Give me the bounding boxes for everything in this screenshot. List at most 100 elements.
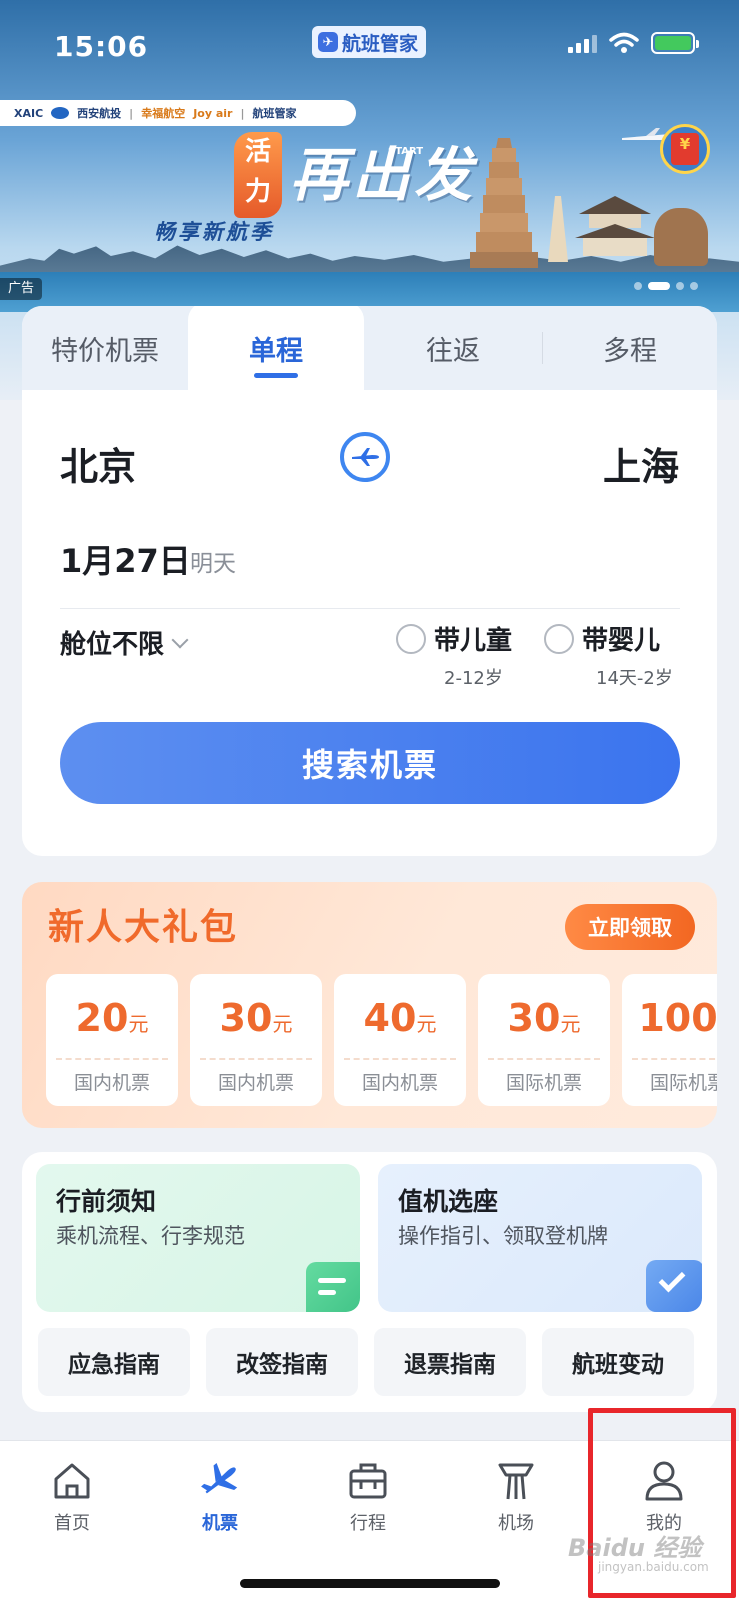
nav-label: 机场 (498, 1513, 534, 1534)
sponsor-xaic: XAIC (14, 106, 44, 120)
carousel-dot-active (648, 282, 670, 290)
seat-check-icon (646, 1260, 702, 1312)
coupon-type: 国际机票 (505, 1072, 582, 1094)
briefcase-icon (349, 1463, 387, 1499)
infant-age-range: 14天-2岁 (596, 668, 673, 689)
carousel-dot (690, 282, 698, 290)
coupon-type: 国际机票 (649, 1072, 717, 1094)
coupon-amount: 30 (219, 996, 273, 1040)
coupon-amount: 20 (75, 996, 129, 1040)
slogan-badge: 活力 (234, 132, 282, 218)
nav-airport[interactable]: 机场 (456, 1459, 576, 1549)
nav-label: 首页 (54, 1513, 90, 1534)
coupon-card[interactable]: 40元 国内机票 (334, 974, 466, 1106)
sponsor-xian: 西安航投 (77, 107, 122, 120)
service-card-title: 行前须知 (56, 1187, 157, 1216)
watermark-url: jingyan.baidu.com (598, 1560, 709, 1574)
search-flights-button[interactable]: 搜索机票 (60, 722, 680, 804)
app-name-pill: ✈ 航班管家 (312, 26, 427, 58)
tab-special-fares[interactable]: 特价机票 (22, 306, 188, 390)
infant-option-label: 带婴儿 (582, 626, 661, 656)
departure-city[interactable]: 北京 (60, 436, 136, 491)
sponsor-joyair-en: Joy air (193, 106, 233, 120)
tab-one-way[interactable]: 单程 (188, 306, 364, 394)
service-card-title: 值机选座 (398, 1187, 499, 1216)
coupon-unit: 元 (128, 1012, 149, 1036)
arrival-city[interactable]: 上海 (603, 436, 679, 491)
service-card-subtitle: 乘机流程、行李规范 (56, 1224, 245, 1248)
child-radio[interactable] (396, 623, 426, 654)
service-card-subtitle: 操作指引、领取登机牌 (398, 1224, 608, 1248)
sponsor-strip: XAIC 西安航投 | 幸福航空 Joy air | 航班管家 (0, 100, 356, 126)
statue-illustration (654, 208, 708, 266)
status-icons (568, 32, 699, 54)
chevron-down-icon (171, 631, 189, 648)
coupon-unit: 元 (416, 1012, 437, 1036)
emergency-guide-button[interactable]: 应急指南 (38, 1328, 190, 1396)
sponsor-app: 航班管家 (252, 107, 297, 120)
date-relative-label: 明天 (190, 551, 236, 577)
swap-cities-button[interactable] (340, 432, 390, 482)
nav-home[interactable]: 首页 (12, 1459, 132, 1549)
divider (60, 608, 680, 609)
slogan-main: 再出发 (290, 141, 477, 209)
home-indicator[interactable] (240, 1579, 500, 1588)
coupon-type: 国内机票 (217, 1072, 294, 1094)
coupon-unit: 元 (560, 1012, 581, 1036)
ad-label: 广告 (0, 278, 43, 300)
carousel-dot (676, 282, 684, 290)
child-option-label: 带儿童 (434, 626, 513, 656)
gift-title: 新人大礼包 (48, 907, 239, 948)
start-tag: START (388, 146, 424, 157)
new-user-gift-panel: 新人大礼包 立即领取 20元 国内机票 30元 国内机票 40元 国内机票 30… (22, 882, 717, 1128)
with-child-option[interactable]: 带儿童 (396, 620, 512, 657)
watermark: Baidu 经验 (568, 1534, 702, 1562)
pavilion-illustration (575, 196, 655, 256)
sponsor-joyair-cn: 幸福航空 (141, 107, 186, 120)
slogan-sub: 畅享新航季 (154, 219, 274, 244)
travel-services-panel: 行前须知 乘机流程、行李规范 值机选座 操作指引、领取登机牌 应急指南 改签指南… (22, 1152, 717, 1412)
flight-booking-card: 特价机票 单程 往返 多程 北京 上海 1月27日 明天 舱位不限 带儿童 2-… (22, 306, 717, 856)
status-time: 15:06 (54, 30, 149, 63)
coupon-amount: 100 (638, 996, 717, 1040)
nav-flights[interactable]: 机票 (160, 1459, 280, 1549)
pre-flight-info-card[interactable]: 行前须知 乘机流程、行李规范 (36, 1164, 360, 1312)
wifi-icon (609, 32, 639, 53)
infant-radio[interactable] (544, 623, 574, 654)
claim-gift-button[interactable]: 立即领取 (565, 904, 695, 950)
coupon-card[interactable]: 30元 国内机票 (190, 974, 322, 1106)
small-tower-illustration (548, 196, 568, 262)
document-icon (306, 1262, 360, 1312)
change-guide-button[interactable]: 改签指南 (206, 1328, 358, 1396)
nav-trips[interactable]: 行程 (308, 1459, 428, 1549)
refund-guide-button[interactable]: 退票指南 (374, 1328, 526, 1396)
cellular-signal-icon (568, 33, 597, 53)
departure-date[interactable]: 1月27日 (60, 536, 191, 582)
plane-icon (201, 1462, 238, 1494)
coupon-amount: 40 (363, 996, 417, 1040)
airport-tower-icon (498, 1463, 534, 1500)
coupon-unit: 元 (272, 1012, 293, 1036)
cabin-class-label: 舱位不限 (60, 630, 165, 660)
swap-plane-icon (352, 448, 379, 466)
carousel-dot (634, 282, 642, 290)
coupon-card[interactable]: 30元 国际机票 (478, 974, 610, 1106)
flight-change-button[interactable]: 航班变动 (542, 1328, 694, 1396)
nav-label: 机票 (202, 1513, 238, 1534)
tab-round-trip[interactable]: 往返 (364, 306, 542, 390)
home-icon (54, 1463, 90, 1499)
coupon-card[interactable]: 100元 国际机票 (622, 974, 717, 1106)
cabin-class-selector[interactable]: 舱位不限 (60, 624, 189, 661)
trip-type-tabs: 特价机票 单程 往返 多程 (22, 306, 717, 394)
app-name-label: 航班管家 (342, 32, 419, 55)
check-in-seat-card[interactable]: 值机选座 操作指引、领取登机牌 (378, 1164, 702, 1312)
carousel-indicator (634, 282, 698, 290)
xian-logo-icon (51, 107, 70, 119)
red-envelope-button[interactable]: ¥ (660, 124, 710, 174)
coupon-card[interactable]: 20元 国内机票 (46, 974, 178, 1106)
app-logo-icon: ✈ (318, 32, 338, 52)
tab-multi-city[interactable]: 多程 (543, 306, 717, 390)
with-infant-option[interactable]: 带婴儿 (544, 620, 660, 657)
nav-label: 行程 (350, 1513, 386, 1534)
coupon-type: 国内机票 (361, 1072, 438, 1094)
